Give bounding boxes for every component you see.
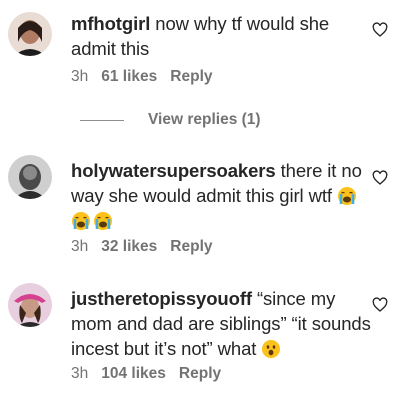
comment-username[interactable]: justheretopissyouoff [71, 288, 252, 309]
heart-outline-icon[interactable] [372, 22, 388, 38]
comment-time: 3h [71, 238, 89, 255]
comment-meta: 3h 61 likes Reply [71, 68, 213, 86]
comment-time: 3h [71, 365, 89, 382]
divider-line [80, 119, 124, 121]
reply-button[interactable]: Reply [170, 68, 212, 86]
loudly-crying-face-icon [72, 212, 90, 230]
comment-likes[interactable]: 61 likes [101, 68, 157, 86]
avatar[interactable] [8, 283, 52, 327]
comment-username[interactable]: holywatersupersoakers [71, 160, 276, 181]
comment-text: mfhotgirl now why tf would she admit this [71, 11, 361, 61]
avatar[interactable] [8, 12, 52, 56]
comment-text: justheretopissyouoff “since my mom and da… [71, 286, 371, 361]
comment-meta: 3h 104 likes Reply [71, 365, 221, 383]
comment-likes[interactable]: 104 likes [101, 365, 166, 383]
reply-button[interactable]: Reply [170, 238, 212, 256]
loudly-crying-face-icon [94, 212, 112, 230]
comment-text: holywatersupersoakers there it no way she… [71, 158, 371, 233]
avatar[interactable] [8, 155, 52, 199]
comment-meta: 3h 32 likes Reply [71, 238, 213, 256]
astonished-face-icon [262, 340, 281, 358]
comment-likes[interactable]: 32 likes [101, 238, 157, 256]
heart-outline-icon[interactable] [372, 170, 388, 186]
comment-time: 3h [71, 68, 89, 85]
heart-outline-icon[interactable] [372, 297, 388, 313]
view-replies-label: View replies (1) [148, 111, 261, 128]
view-replies-button[interactable]: View replies (1) [80, 111, 261, 129]
loudly-crying-face-icon [338, 187, 356, 205]
comment-username[interactable]: mfhotgirl [71, 13, 150, 34]
reply-button[interactable]: Reply [179, 365, 221, 383]
